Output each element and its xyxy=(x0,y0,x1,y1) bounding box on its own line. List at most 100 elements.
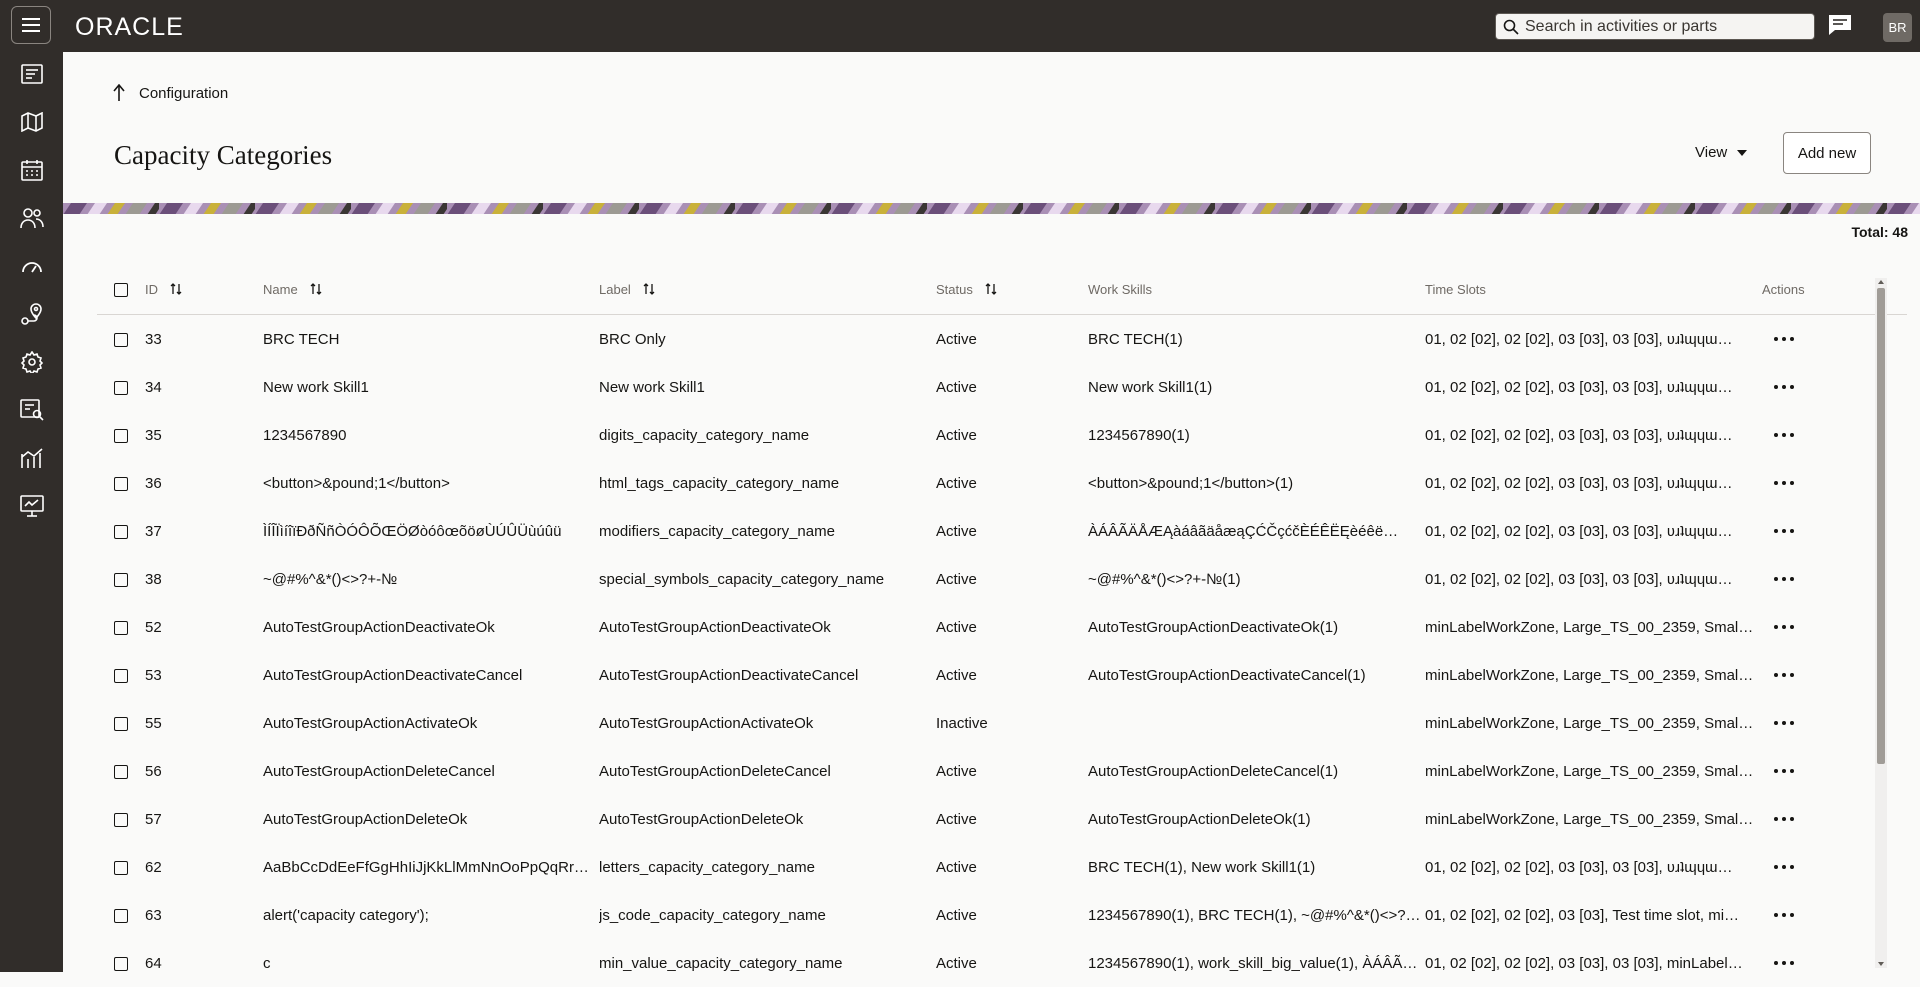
row-checkbox[interactable] xyxy=(114,332,128,347)
cell-select xyxy=(97,843,145,891)
table-row[interactable]: 55 AutoTestGroupActionActivateOk AutoTestG… xyxy=(97,699,1907,747)
row-actions-menu-icon[interactable] xyxy=(1774,481,1907,485)
cell-select xyxy=(97,315,145,364)
chat-icon[interactable] xyxy=(1827,13,1853,42)
cell-status: Active xyxy=(936,762,977,780)
user-avatar[interactable]: BR xyxy=(1883,13,1912,42)
add-new-button[interactable]: Add new xyxy=(1783,132,1871,174)
table-row[interactable]: 57 AutoTestGroupActionDeleteOk AutoTestGro… xyxy=(97,795,1907,843)
cell-select xyxy=(97,411,145,459)
map-icon[interactable] xyxy=(10,102,53,142)
reports-search-icon[interactable] xyxy=(10,390,53,430)
row-actions-menu-icon[interactable] xyxy=(1774,673,1907,677)
row-actions-menu-icon[interactable] xyxy=(1774,769,1907,773)
row-actions-menu-icon[interactable] xyxy=(1774,913,1907,917)
cell-id: 36 xyxy=(145,474,162,492)
dashboard-gauge-icon[interactable] xyxy=(10,246,53,286)
row-actions-menu-icon[interactable] xyxy=(1774,577,1907,581)
row-checkbox[interactable] xyxy=(114,572,128,587)
column-header-id[interactable]: ID xyxy=(145,282,263,297)
table-row[interactable]: 37 ÌÍÎÏìíîïĐðÑñÒÓÔÕŒÖØòóôœõöøÙÚÛÜùúûü modi… xyxy=(97,507,1907,555)
settings-gear-icon[interactable] xyxy=(10,342,53,382)
activity-list-icon[interactable] xyxy=(10,54,53,94)
cell-work-skills: ÀÁÂÃÄÅÆĄàáâãäåæąÇĆČçćčÈÉÊËĘèéêë… xyxy=(1088,522,1399,540)
cell-select xyxy=(97,507,145,555)
cell-name: 1234567890 xyxy=(263,426,347,444)
scroll-down-arrow-icon[interactable] xyxy=(1875,960,1887,968)
row-checkbox[interactable] xyxy=(114,620,128,635)
scrollbar-thumb[interactable] xyxy=(1877,288,1885,764)
cell-time-slots: 01, 02 [02], 02 [02], 03 [03], 03 [03], … xyxy=(1425,330,1733,348)
row-checkbox[interactable] xyxy=(114,668,128,683)
decorative-banner xyxy=(63,202,1920,214)
sort-icon[interactable] xyxy=(170,283,182,295)
view-menu-button[interactable]: View xyxy=(1695,144,1748,161)
row-actions-menu-icon[interactable] xyxy=(1774,385,1907,389)
sort-icon[interactable] xyxy=(985,283,997,295)
cell-status: Active xyxy=(936,522,977,540)
capacity-categories-table: ID Name Label Status Work Skills Time Sl… xyxy=(97,264,1907,987)
table-row[interactable]: 38 ~@#%^&*()<>?+-№ special_symbols_capacit… xyxy=(97,555,1907,603)
cell-label: New work Skill1 xyxy=(599,378,705,396)
cell-time-slots: 01, 02 [02], 02 [02], 03 [03], 03 [03], … xyxy=(1425,474,1733,492)
table-row[interactable]: 64 c min_value_capacity_category_name Activ… xyxy=(97,939,1907,987)
row-checkbox[interactable] xyxy=(114,476,128,491)
breadcrumb-label: Configuration xyxy=(139,84,229,102)
table-row[interactable]: 56 AutoTestGroupActionDeleteCancel AutoTes… xyxy=(97,747,1907,795)
row-actions-menu-icon[interactable] xyxy=(1774,721,1907,725)
hamburger-menu-icon[interactable] xyxy=(11,6,51,44)
cell-label: BRC Only xyxy=(599,330,666,348)
cell-select xyxy=(97,603,145,651)
cell-name: AutoTestGroupActionActivateOk xyxy=(263,714,478,732)
row-actions-menu-icon[interactable] xyxy=(1774,865,1907,869)
column-header-status[interactable]: Status xyxy=(936,282,1088,297)
row-checkbox[interactable] xyxy=(114,860,128,875)
table-row[interactable]: 62 AaBbCcDdEeFfGgHhIiJjKkLlMmNnOoPpQqRr… l… xyxy=(97,843,1907,891)
scroll-up-arrow-icon[interactable] xyxy=(1875,278,1887,286)
table-row[interactable]: 36 <button>&pound;1</button> html_tags_cap… xyxy=(97,459,1907,507)
sort-icon[interactable] xyxy=(643,283,655,295)
sort-icon[interactable] xyxy=(310,283,322,295)
cell-status: Active xyxy=(936,378,977,396)
row-actions-menu-icon[interactable] xyxy=(1774,529,1907,533)
row-checkbox[interactable] xyxy=(114,956,128,971)
column-header-name[interactable]: Name xyxy=(263,282,599,297)
table-row[interactable]: 52 AutoTestGroupActionDeactivateOk AutoTes… xyxy=(97,603,1907,651)
row-checkbox[interactable] xyxy=(114,524,128,539)
route-location-icon[interactable] xyxy=(10,294,53,334)
row-checkbox[interactable] xyxy=(114,908,128,923)
column-header-label[interactable]: Label xyxy=(599,282,936,297)
cell-work-skills: AutoTestGroupActionDeactivateOk(1) xyxy=(1088,618,1339,636)
table-row[interactable]: 53 AutoTestGroupActionDeactivateCancel Aut… xyxy=(97,651,1907,699)
row-actions-menu-icon[interactable] xyxy=(1774,625,1907,629)
search-box[interactable] xyxy=(1495,13,1815,40)
table-row[interactable]: 35 1234567890 digits_capacity_category_nam… xyxy=(97,411,1907,459)
row-actions-menu-icon[interactable] xyxy=(1774,817,1907,821)
cell-id: 38 xyxy=(145,570,162,588)
monitor-icon[interactable] xyxy=(10,486,53,526)
row-checkbox[interactable] xyxy=(114,380,128,395)
select-all-checkbox[interactable] xyxy=(114,282,128,297)
table-row[interactable]: 33 BRC TECH BRC Only Active BRC TECH(1) 01, 0… xyxy=(97,315,1907,364)
cell-select xyxy=(97,699,145,747)
row-checkbox[interactable] xyxy=(114,764,128,779)
breadcrumb[interactable]: Configuration xyxy=(113,84,228,102)
row-checkbox[interactable] xyxy=(114,428,128,443)
row-actions-menu-icon[interactable] xyxy=(1774,961,1907,965)
table-row[interactable]: 63 alert('capacity category'); js_code_cap… xyxy=(97,891,1907,939)
row-actions-menu-icon[interactable] xyxy=(1774,337,1907,341)
table-row[interactable]: 34 New work Skill1 New work Skill1 Active Ne… xyxy=(97,363,1907,411)
row-actions-menu-icon[interactable] xyxy=(1774,433,1907,437)
resources-icon[interactable] xyxy=(10,198,53,238)
row-checkbox[interactable] xyxy=(114,716,128,731)
analytics-chart-icon[interactable] xyxy=(10,438,53,478)
cell-time-slots: 01, 02 [02], 02 [02], 03 [03], 03 [03], … xyxy=(1425,522,1733,540)
cell-time-slots: 01, 02 [02], 02 [02], 03 [03], Test time… xyxy=(1425,906,1740,924)
cell-work-skills: <button>&pound;1</button>(1) xyxy=(1088,474,1294,492)
row-checkbox[interactable] xyxy=(114,812,128,827)
cell-name: AutoTestGroupActionDeactivateOk xyxy=(263,618,495,636)
cell-work-skills: AutoTestGroupActionDeleteCancel(1) xyxy=(1088,762,1339,780)
calendar-icon[interactable] xyxy=(10,150,53,190)
search-input[interactable] xyxy=(1525,17,1805,36)
table-scrollbar[interactable] xyxy=(1875,278,1887,968)
